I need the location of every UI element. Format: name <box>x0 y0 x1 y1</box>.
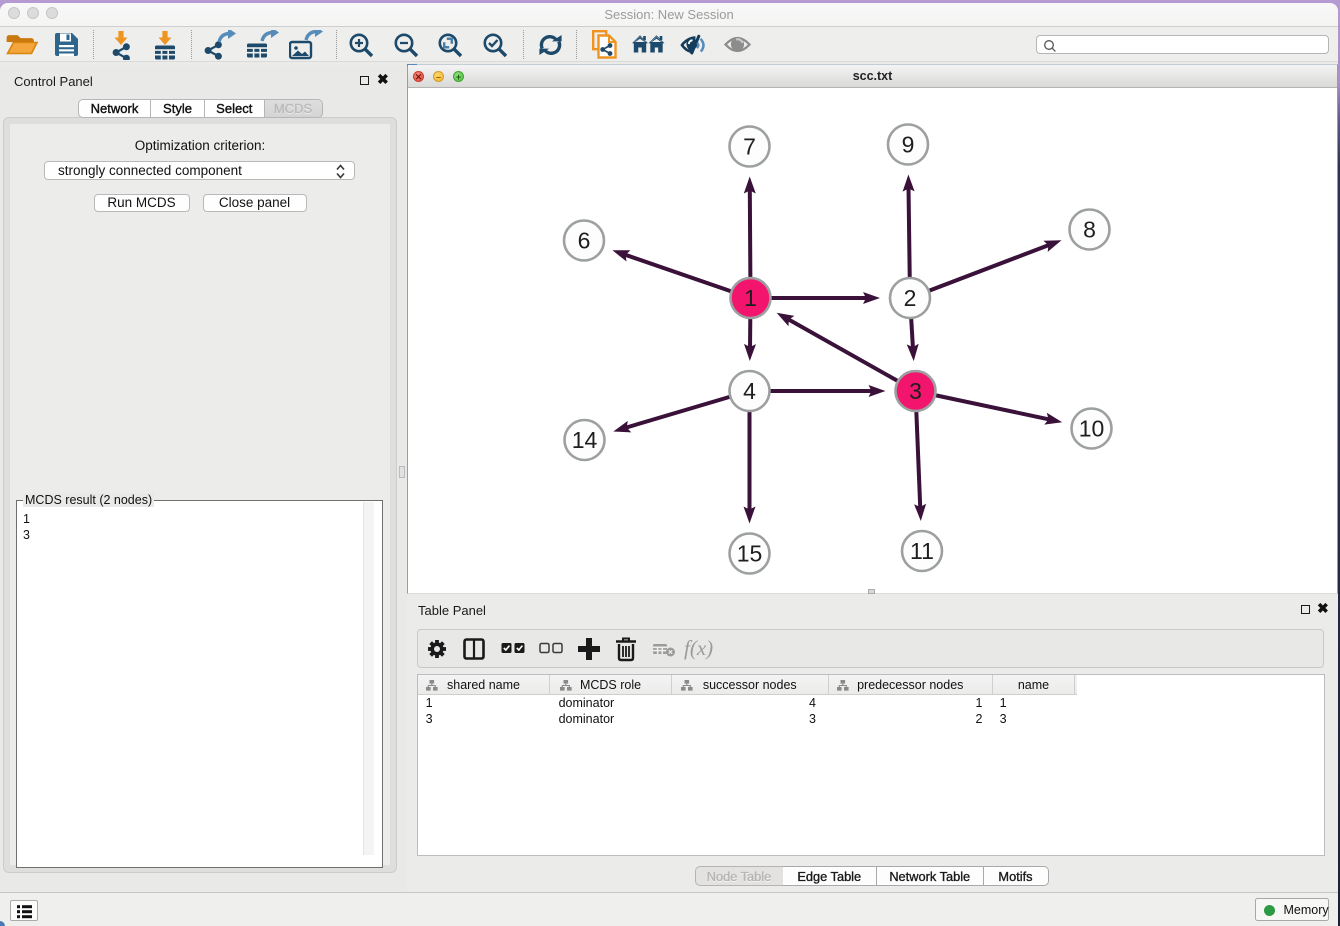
svg-text:6: 6 <box>578 227 591 253</box>
svg-text:f(x): f(x) <box>684 637 713 660</box>
svg-text:4: 4 <box>743 378 756 404</box>
svg-text:9: 9 <box>902 131 915 157</box>
svg-text:3: 3 <box>909 378 922 404</box>
svg-text:7: 7 <box>743 133 756 159</box>
svg-text:10: 10 <box>1079 415 1105 441</box>
svg-text:11: 11 <box>910 538 934 564</box>
svg-text:2: 2 <box>904 285 917 311</box>
svg-text:15: 15 <box>737 540 763 566</box>
svg-text:1: 1 <box>744 285 757 311</box>
svg-text:8: 8 <box>1083 216 1096 242</box>
svg-text:14: 14 <box>572 427 598 453</box>
